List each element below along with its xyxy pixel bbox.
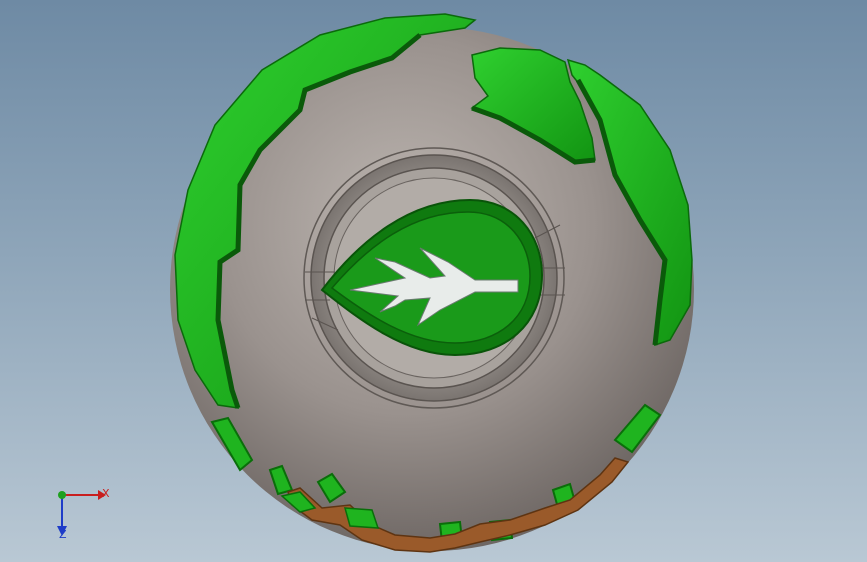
orientation-triad[interactable]: X Z: [40, 478, 120, 548]
cad-viewport[interactable]: X Z: [0, 0, 867, 562]
globe-model[interactable]: [0, 0, 867, 562]
x-axis-label: X: [102, 487, 110, 500]
z-axis-label: Z: [59, 528, 67, 541]
